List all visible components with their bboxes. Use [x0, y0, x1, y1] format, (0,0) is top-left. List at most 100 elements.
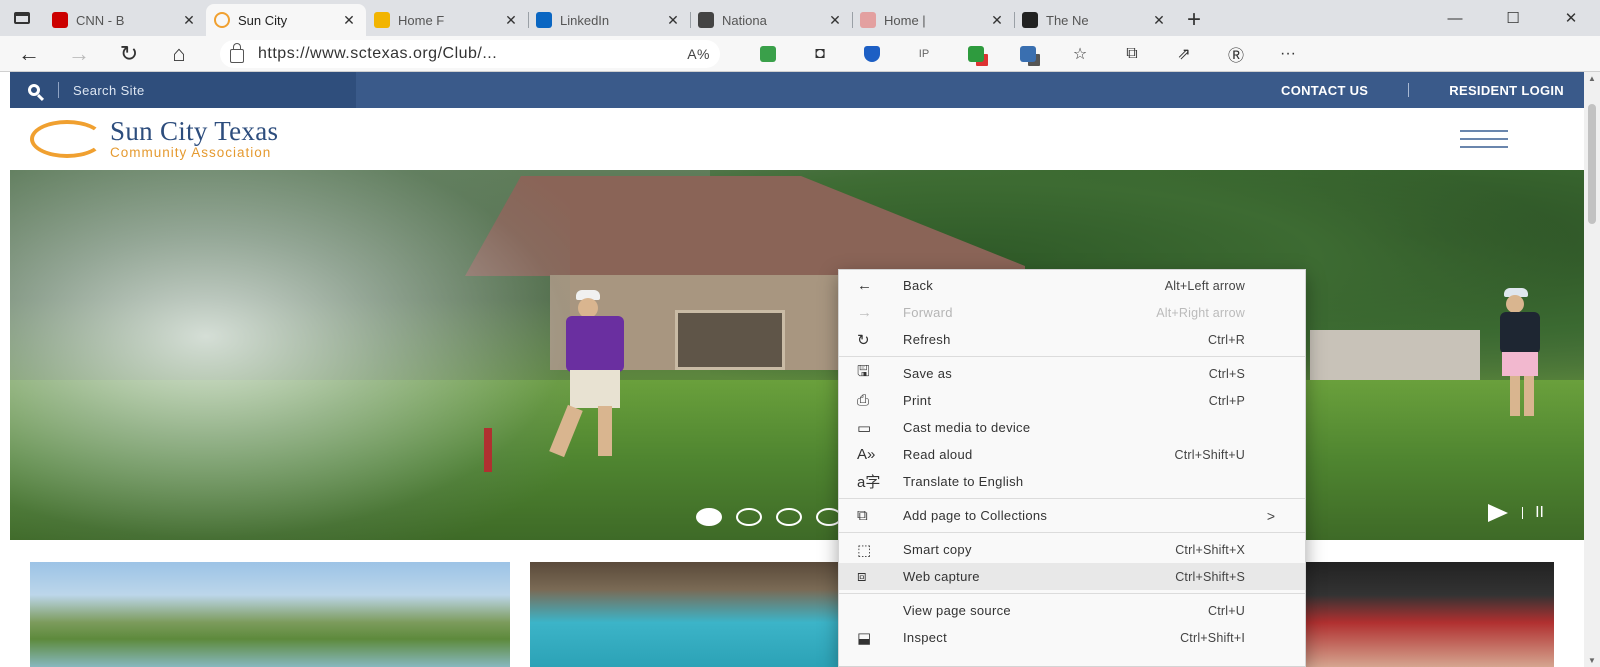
carousel-dot[interactable]	[776, 508, 802, 526]
tab-close-icon[interactable]: ✕	[502, 12, 520, 29]
menu-item-label: Add page to Collections	[903, 508, 1048, 523]
collections-icon[interactable]: ⧉	[1106, 38, 1158, 70]
site-search[interactable]: Search Site	[10, 72, 356, 108]
feature-card-golf[interactable]	[30, 562, 510, 667]
menu-item-refresh[interactable]: ↻ Refresh Ctrl+R	[839, 326, 1305, 353]
tab-close-icon[interactable]: ✕	[988, 12, 1006, 29]
tab-close-icon[interactable]: ✕	[1150, 12, 1168, 29]
search-icon[interactable]	[28, 84, 40, 96]
menu-item-shortcut: Ctrl+Shift+X	[1175, 542, 1245, 557]
submenu-arrow-icon: >	[1266, 507, 1275, 524]
play-icon[interactable]	[1488, 504, 1509, 522]
menu-separator	[839, 498, 1305, 499]
scroll-up-icon[interactable]: ▲	[1584, 74, 1600, 83]
profile-icon[interactable]: Ⓡ	[1210, 38, 1262, 70]
menu-item-add-page-to-collections[interactable]: ⧉ Add page to Collections >	[839, 502, 1305, 529]
menu-item-cast-media-to-device[interactable]: ▭ Cast media to device	[839, 414, 1305, 441]
tab-5[interactable]: Nationa ✕	[690, 4, 852, 36]
window-controls: — ☐ ✕	[1426, 0, 1600, 36]
share-icon[interactable]: ⇗	[1158, 38, 1210, 70]
address-bar[interactable]: https://www.sctexas.org/Club/... A%	[220, 39, 720, 68]
tab-6[interactable]: Home | ✕	[852, 4, 1014, 36]
ip-icon[interactable]: IP	[898, 38, 950, 70]
menu-separator	[839, 532, 1305, 533]
tab-close-icon[interactable]: ✕	[340, 12, 358, 29]
menu-item-label: Refresh	[903, 332, 951, 347]
menu-item-shortcut: Alt+Right arrow	[1156, 305, 1245, 320]
search-input[interactable]: Search Site	[73, 83, 145, 98]
page-scrollbar[interactable]: ▲ ▼	[1584, 72, 1600, 667]
web-capture-icon: ⧈	[857, 568, 867, 585]
close-window-button[interactable]: ✕	[1542, 0, 1600, 36]
tab-close-icon[interactable]: ✕	[180, 12, 198, 29]
menu-item-label: Translate to English	[903, 474, 1024, 489]
hamburger-menu-icon[interactable]	[1460, 130, 1508, 148]
minimize-button[interactable]: —	[1426, 0, 1484, 36]
menu-item-back[interactable]: ← Back Alt+Left arrow	[839, 272, 1305, 299]
context-menu: ← Back Alt+Left arrow → Forward Alt+Right arr…	[838, 269, 1306, 667]
contact-us-link[interactable]: CONTACT US	[1281, 83, 1368, 98]
bitwarden-icon[interactable]	[846, 38, 898, 70]
menu-item-print[interactable]: ⎙ Print Ctrl+P	[839, 387, 1305, 414]
menu-item-save-as[interactable]: 🖫 Save as Ctrl+S	[839, 360, 1305, 387]
menu-item-label: Save as	[903, 366, 953, 381]
news-icon	[698, 12, 714, 28]
menu-item-view-page-source[interactable]: View page source Ctrl+U	[839, 597, 1305, 624]
tab-7[interactable]: The Ne ✕	[1014, 4, 1176, 36]
site-logo[interactable]: Sun City Texas Community Association	[110, 118, 278, 160]
tab-close-icon[interactable]: ✕	[826, 12, 844, 29]
menu-item-shortcut: Ctrl+S	[1208, 366, 1245, 381]
refresh-button[interactable]: ↻	[104, 38, 154, 70]
menu-item-translate-to-english[interactable]: a字 Translate to English	[839, 468, 1305, 495]
smart-copy-icon: ⬚	[857, 541, 872, 559]
print-icon: ⎙	[857, 392, 870, 409]
shield-icon[interactable]: ◘	[794, 38, 846, 70]
suncity-icon	[214, 12, 230, 28]
blank-icon	[857, 597, 885, 624]
tab-close-icon[interactable]: ✕	[664, 12, 682, 29]
link-divider	[1408, 83, 1410, 97]
search-divider	[58, 82, 59, 98]
controls-divider	[1522, 507, 1524, 519]
menu-item-smart-copy[interactable]: ⬚ Smart copy Ctrl+Shift+X	[839, 536, 1305, 563]
red-ext-icon[interactable]	[950, 38, 1002, 70]
logo-ring-icon[interactable]	[30, 120, 104, 158]
carousel-dot[interactable]	[696, 508, 722, 526]
hero-sprinkler-mist	[10, 170, 570, 540]
pause-icon[interactable]: II	[1535, 504, 1544, 522]
hero-carousel[interactable]: II	[10, 170, 1584, 540]
tab-title: Nationa	[722, 12, 767, 28]
back-button[interactable]: ←	[4, 38, 54, 70]
tab-3[interactable]: Home F ✕	[366, 4, 528, 36]
new-tab-button[interactable]: +	[1176, 4, 1212, 36]
more-icon[interactable]: ···	[1262, 38, 1314, 70]
site-top-bar: Search Site CONTACT US RESIDENT LOGIN	[10, 72, 1584, 108]
menu-item-forward[interactable]: → Forward Alt+Right arrow	[839, 299, 1305, 326]
menu-item-inspect[interactable]: ⬓ Inspect Ctrl+Shift+I	[839, 624, 1305, 651]
tab-title: The Ne	[1046, 12, 1089, 28]
tab-1[interactable]: CNN - B ✕	[44, 4, 206, 36]
top-links: CONTACT US RESIDENT LOGIN	[1281, 83, 1584, 98]
read-aloud-icon[interactable]: A%	[687, 46, 710, 62]
carousel-dot[interactable]	[736, 508, 762, 526]
green-ext-icon[interactable]	[742, 38, 794, 70]
menu-item-web-capture[interactable]: ⧈ Web capture Ctrl+Shift+S	[839, 563, 1305, 590]
lock-icon[interactable]	[230, 42, 244, 63]
mail-ext-icon[interactable]	[1002, 38, 1054, 70]
tab-actions-button[interactable]	[0, 0, 44, 36]
nyt-icon	[1022, 12, 1038, 28]
url-text[interactable]: https://www.sctexas.org/Club/...	[258, 45, 687, 63]
home-button[interactable]: ⌂	[154, 38, 204, 70]
tab-2[interactable]: Sun City ✕	[206, 4, 366, 36]
menu-item-read-aloud[interactable]: A» Read aloud Ctrl+Shift+U	[839, 441, 1305, 468]
maximize-button[interactable]: ☐	[1484, 0, 1542, 36]
menu-item-shortcut: Ctrl+Shift+U	[1174, 447, 1245, 462]
scroll-down-icon[interactable]: ▼	[1584, 656, 1600, 665]
scrollbar-thumb[interactable]	[1588, 104, 1596, 224]
tab-title: LinkedIn	[560, 12, 610, 28]
favorites-icon[interactable]: ☆	[1054, 38, 1106, 70]
tab-4[interactable]: LinkedIn ✕	[528, 4, 690, 36]
resident-login-link[interactable]: RESIDENT LOGIN	[1449, 83, 1564, 98]
home-icon	[860, 12, 876, 28]
forward-button[interactable]: →	[54, 38, 104, 70]
